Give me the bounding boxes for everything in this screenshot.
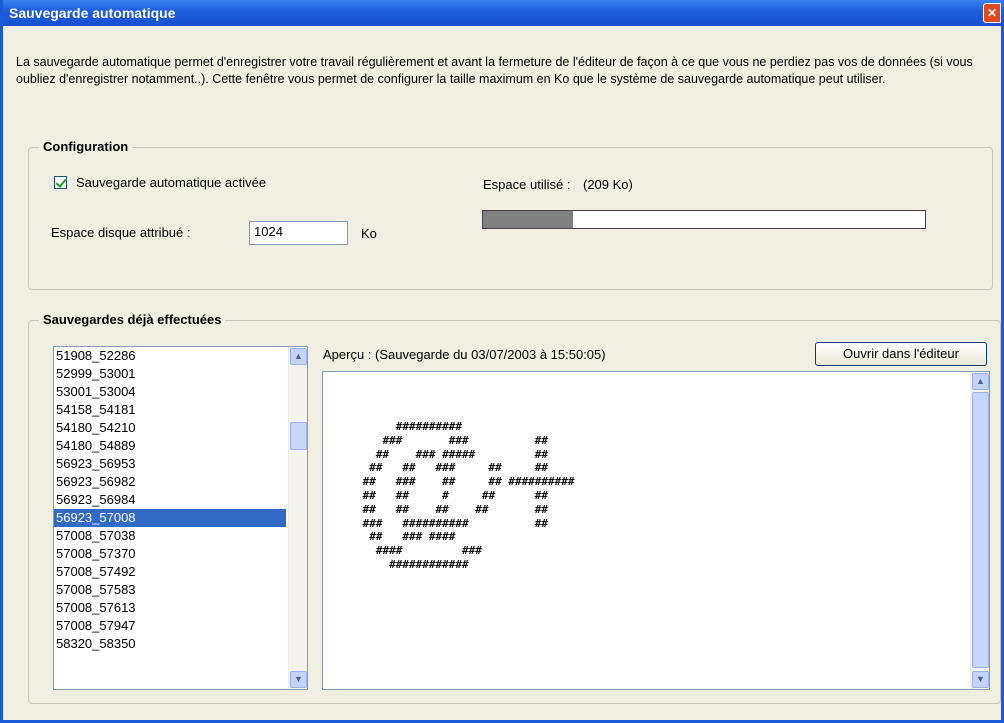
saves-title: Sauvegardes déjà effectuées — [39, 312, 226, 327]
list-item[interactable]: 57008_57038 — [54, 527, 286, 545]
preview-scroll-thumb[interactable] — [972, 392, 989, 668]
preview-scroll-down-button[interactable]: ▼ — [972, 671, 989, 688]
close-button[interactable]: ✕ — [983, 3, 1001, 23]
used-space-progress — [482, 210, 926, 229]
preview-area[interactable]: ########## ### ### ## ## ### ##### ## ##… — [322, 371, 990, 690]
list-item[interactable]: 56923_57008 — [54, 509, 286, 527]
preview-scroll-up-button[interactable]: ▲ — [972, 373, 989, 390]
list-item[interactable]: 57008_57947 — [54, 617, 286, 635]
list-item[interactable]: 56923_56953 — [54, 455, 286, 473]
list-item[interactable]: 57008_57492 — [54, 563, 286, 581]
configuration-title: Configuration — [39, 139, 133, 154]
description-text: La sauvegarde automatique permet d'enreg… — [16, 55, 973, 86]
list-item[interactable]: 54180_54889 — [54, 437, 286, 455]
preview-ascii-art: ########## ### ### ## ## ### ##### ## ##… — [362, 420, 575, 571]
list-scroll-down-button[interactable]: ▼ — [290, 671, 307, 688]
disk-space-input[interactable]: 1024 — [249, 221, 348, 245]
list-item[interactable]: 52999_53001 — [54, 365, 286, 383]
list-item[interactable]: 54158_54181 — [54, 401, 286, 419]
window-title: Sauvegarde automatique — [9, 5, 176, 21]
used-space-label: Espace utilisé : — [483, 177, 571, 192]
autosave-window: Sauvegarde automatique ✕ La sauvegarde a… — [0, 0, 1004, 723]
saves-list[interactable]: 51908_52286 52999_53001 53001_53004 54158_5… — [53, 346, 308, 690]
list-item[interactable]: 57008_57583 — [54, 581, 286, 599]
list-item[interactable]: 51908_52286 — [54, 347, 286, 365]
progress-fill — [483, 211, 574, 228]
list-item[interactable]: 54180_54210 — [54, 419, 286, 437]
autosave-checkbox[interactable] — [54, 176, 67, 189]
disk-space-unit: Ko — [361, 226, 377, 241]
list-item[interactable]: 57008_57613 — [54, 599, 286, 617]
autosave-label: Sauvegarde automatique activée — [76, 175, 267, 190]
disk-space-label: Espace disque attribué : — [51, 225, 191, 240]
list-scroll-thumb[interactable] — [290, 422, 307, 450]
used-space-value: (209 Ko) — [583, 177, 633, 192]
saves-list-items: 51908_52286 52999_53001 53001_53004 54158_5… — [54, 347, 307, 653]
list-item[interactable]: 53001_53004 — [54, 383, 286, 401]
list-item[interactable]: 57008_57370 — [54, 545, 286, 563]
list-item[interactable]: 58320_58350 — [54, 635, 286, 653]
list-item[interactable]: 56923_56982 — [54, 473, 286, 491]
preview-label: Aperçu : (Sauvegarde du 03/07/2003 à 15:… — [323, 347, 606, 362]
list-scrollbar[interactable]: ▲ ▼ — [288, 347, 307, 689]
title-bar: Sauvegarde automatique — [3, 0, 1004, 26]
list-item[interactable]: 56923_56984 — [54, 491, 286, 509]
preview-scrollbar[interactable]: ▲ ▼ — [970, 372, 989, 689]
open-in-editor-button[interactable]: Ouvrir dans l'éditeur — [815, 342, 987, 366]
list-scroll-up-button[interactable]: ▲ — [290, 348, 307, 365]
